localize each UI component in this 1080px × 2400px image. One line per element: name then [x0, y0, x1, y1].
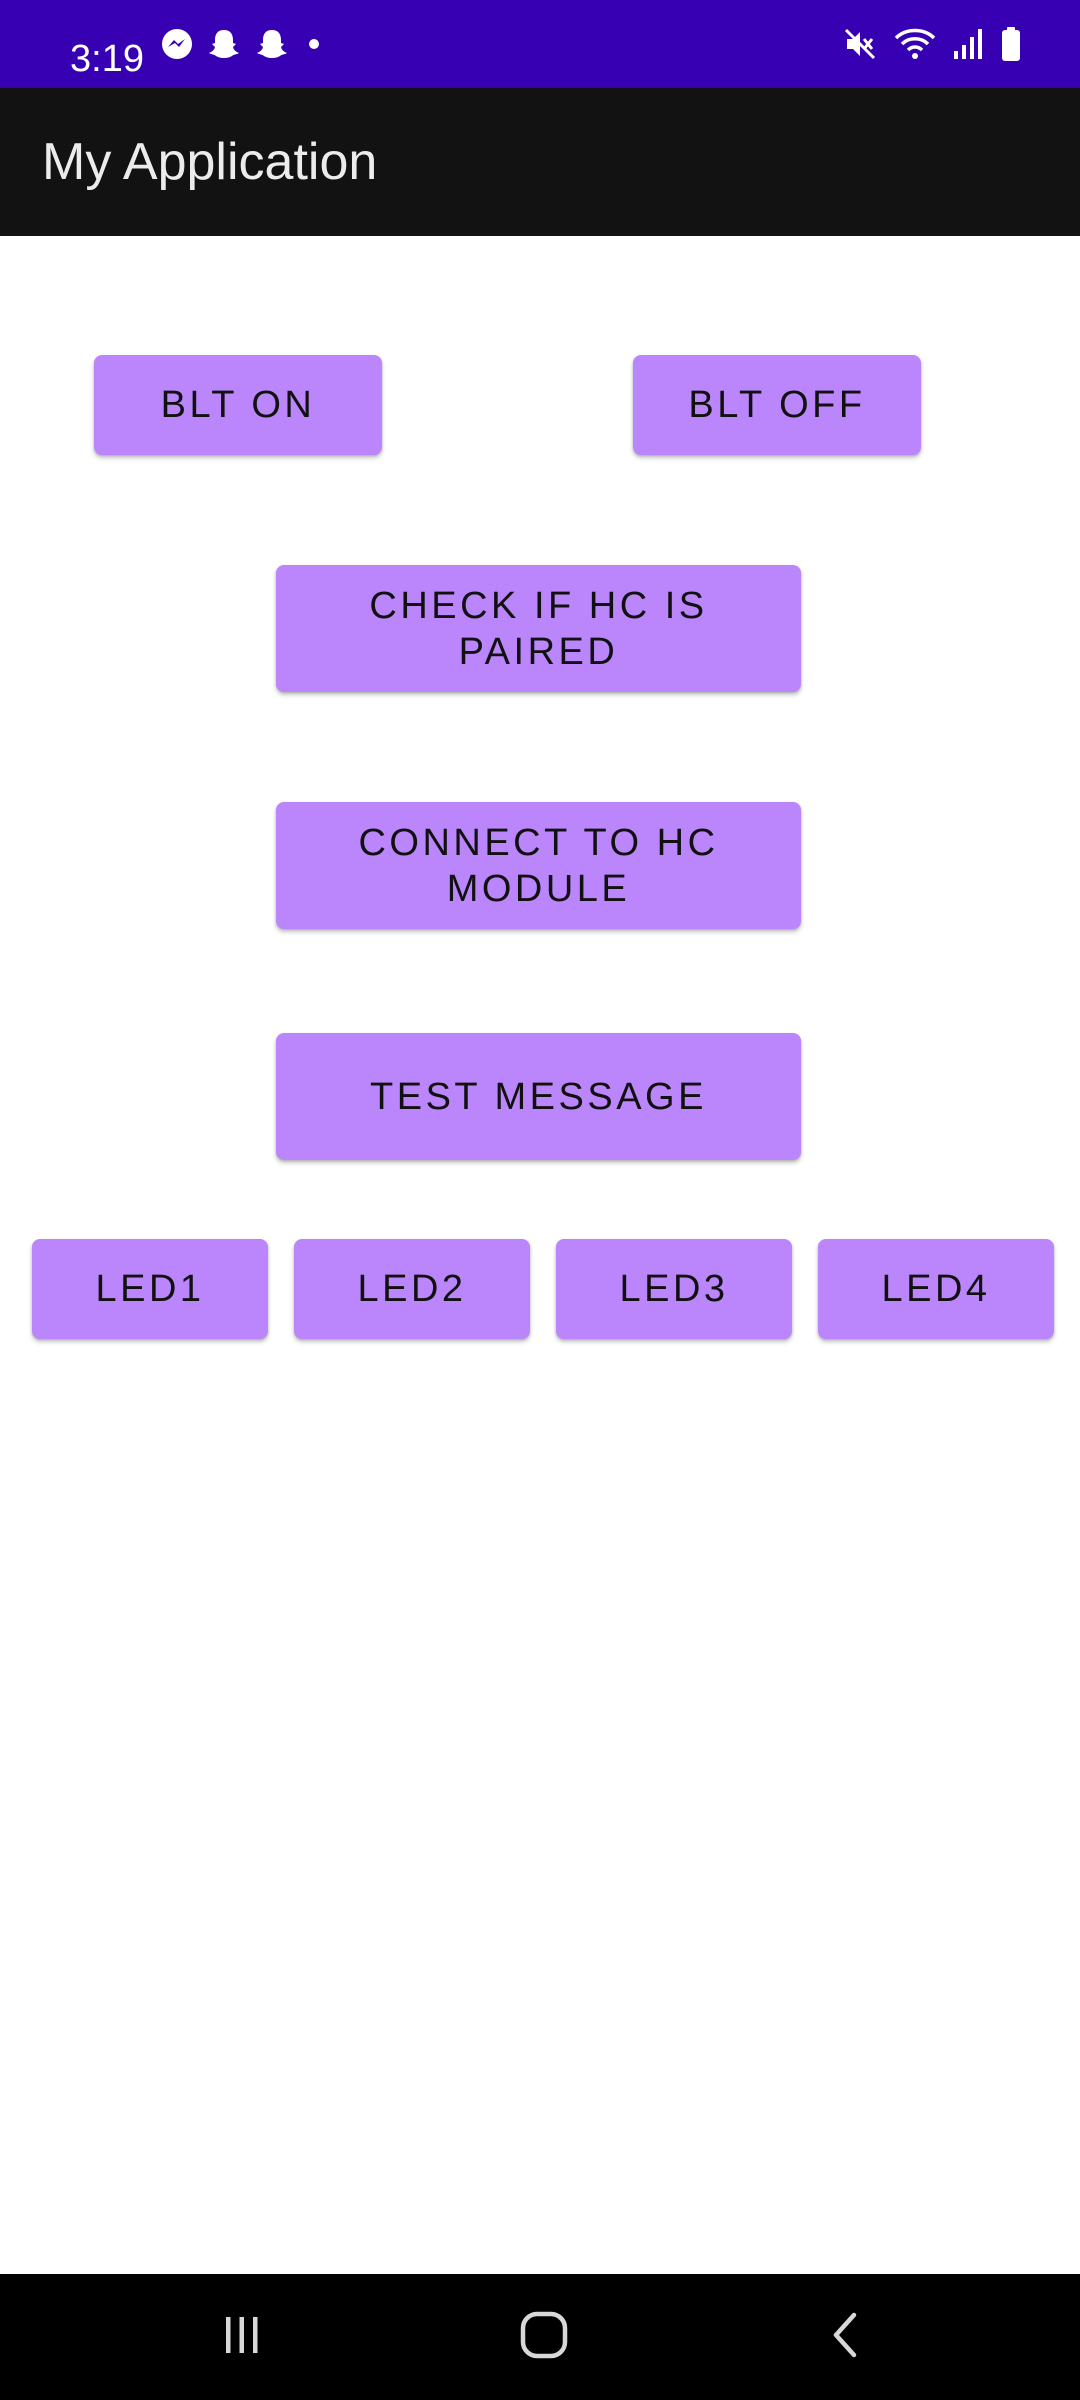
home-icon: [518, 2309, 570, 2366]
home-button[interactable]: [474, 2274, 614, 2400]
blt-on-button[interactable]: BLT ON: [94, 355, 382, 455]
dot-icon: [302, 32, 326, 56]
notification-icons: [160, 0, 326, 88]
messenger-icon: [160, 27, 194, 61]
recent-apps-button[interactable]: [172, 2274, 312, 2400]
status-time: 3:19: [70, 0, 144, 88]
back-icon: [822, 2311, 870, 2364]
app-bar: My Application: [0, 88, 1080, 236]
led1-button[interactable]: LED1: [32, 1239, 268, 1339]
blt-off-button[interactable]: BLT OFF: [633, 355, 921, 455]
navigation-bar: [0, 2274, 1080, 2400]
mute-icon: [842, 26, 878, 62]
wifi-icon: [894, 26, 936, 62]
screen: 3:19 My Application BLT ON BLT OFF CHECK…: [0, 0, 1080, 2400]
battery-icon: [1000, 26, 1022, 62]
snapchat-icon: [254, 26, 290, 62]
signal-icon: [952, 27, 984, 61]
connect-hc-button[interactable]: CONNECT TO HC MODULE: [276, 802, 801, 929]
led2-button[interactable]: LED2: [294, 1239, 530, 1339]
check-paired-button[interactable]: CHECK IF HC IS PAIRED: [276, 565, 801, 692]
app-title: My Application: [42, 133, 378, 191]
status-bar: 3:19: [0, 0, 1080, 88]
led4-button[interactable]: LED4: [818, 1239, 1054, 1339]
status-right-icons: [842, 0, 1022, 88]
test-message-button[interactable]: TEST MESSAGE: [276, 1033, 801, 1160]
snapchat-icon: [206, 26, 242, 62]
recent-apps-icon: [218, 2311, 266, 2364]
back-button[interactable]: [776, 2274, 916, 2400]
led3-button[interactable]: LED3: [556, 1239, 792, 1339]
